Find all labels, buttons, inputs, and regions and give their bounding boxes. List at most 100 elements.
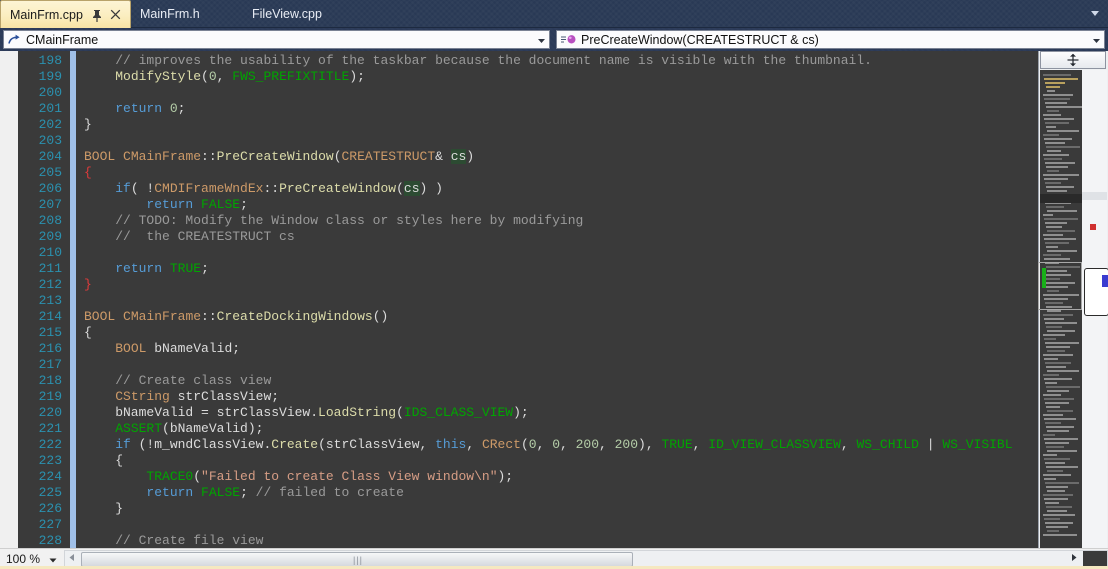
chevron-down-icon[interactable]	[1091, 36, 1102, 45]
line-number: 207	[38, 197, 62, 212]
tab-mainfrm-cpp[interactable]: MainFrm.cpp	[0, 0, 131, 28]
code-line: BOOL bNameValid;	[84, 341, 240, 357]
split-view-button[interactable]	[1040, 51, 1106, 69]
tab-mainfrm-h[interactable]: MainFrm.h	[131, 0, 227, 27]
code-line: BOOL CMainFrame::CreateDockingWindows()	[84, 309, 388, 325]
line-number: 208	[38, 213, 62, 228]
code-line: BOOL CMainFrame::PreCreateWindow(CREATES…	[84, 149, 474, 165]
line-number: 210	[38, 245, 62, 260]
line-number: 223	[38, 453, 62, 468]
minimap-line	[1046, 86, 1060, 88]
class-icon	[7, 33, 22, 47]
code-token: BOOL	[84, 309, 116, 324]
code-token: ::	[263, 181, 280, 196]
minimap-line	[1047, 330, 1075, 332]
minimap-line	[1045, 182, 1061, 184]
minimap-line	[1043, 314, 1073, 316]
code-token: ;	[240, 485, 256, 500]
close-icon[interactable]	[109, 8, 123, 22]
minimap-line	[1046, 446, 1064, 448]
code-line: if (!m_wndClassView.Create(strClassView,…	[84, 437, 1012, 453]
chevron-down-icon[interactable]	[48, 556, 58, 564]
code-text-area[interactable]: // improves the usability of the taskbar…	[76, 51, 1108, 548]
code-token: }	[84, 277, 92, 292]
code-token: CString	[115, 389, 170, 404]
code-token: );	[513, 405, 529, 420]
code-line: return FALSE; // failed to create	[84, 485, 404, 501]
code-token: BOOL	[84, 149, 116, 164]
minimap-line	[1047, 350, 1065, 352]
code-line: {	[84, 453, 123, 469]
minimap-line	[1047, 170, 1059, 172]
pin-icon[interactable]	[91, 8, 103, 22]
code-editor[interactable]: 198 199 200 201 202 203 204 205 206 207 208 209 210 2…	[0, 51, 1108, 548]
code-token: CREATESTRUCT	[341, 149, 436, 164]
line-number: 222	[38, 437, 62, 452]
code-line: }	[84, 277, 92, 293]
minimap-line	[1047, 210, 1077, 212]
code-token: TRUE	[169, 261, 202, 276]
chevron-down-icon[interactable]	[1088, 8, 1102, 20]
code-token: ( !	[130, 181, 155, 196]
line-number: 215	[38, 325, 62, 340]
selection-margin[interactable]	[0, 51, 18, 548]
code-token: 0	[208, 69, 217, 84]
minimap-line	[1047, 230, 1075, 232]
minimap-viewport-box[interactable]	[1038, 262, 1082, 310]
code-token: // TODO: Modify the Window class or styl…	[115, 213, 584, 228]
minimap-line	[1044, 98, 1070, 100]
minimap-line	[1046, 386, 1080, 388]
line-number: 205	[38, 165, 62, 180]
minimap-line	[1044, 378, 1072, 380]
code-token: // failed to create	[255, 485, 404, 500]
code-line: {	[84, 325, 92, 341]
code-line: return FALSE;	[84, 197, 247, 213]
minimap-line	[1044, 158, 1062, 160]
minimap-line	[1046, 326, 1062, 328]
minimap-line	[1044, 78, 1078, 80]
code-line: {	[84, 165, 92, 181]
code-line: }	[84, 501, 123, 517]
minimap-line	[1047, 190, 1067, 192]
member-dropdown[interactable]: PreCreateWindow(CREATESTRUCT & cs)	[556, 30, 1105, 49]
minimap-line	[1047, 250, 1077, 252]
line-number: 199	[38, 69, 62, 84]
minimap-line	[1043, 154, 1069, 156]
code-token: // Create class view	[115, 373, 272, 388]
code-line: if( !CMDIFrameWndEx::PreCreateWindow(cs)…	[84, 181, 443, 197]
code-token: Create	[271, 437, 319, 452]
horizontal-scroll-thumb[interactable]: |||	[81, 552, 633, 567]
minimap-line	[1046, 506, 1072, 508]
code-token: (!m_wndClassView.	[130, 437, 272, 452]
minimap-line	[1047, 390, 1069, 392]
line-number-gutter: 198 199 200 201 202 203 204 205 206 207 208 209 210 2…	[18, 51, 70, 548]
tab-fileview-cpp[interactable]: FileView.cpp	[243, 0, 383, 27]
code-token: (	[396, 405, 404, 420]
minimap-line	[1047, 450, 1077, 452]
minimap-line	[1045, 142, 1065, 144]
line-number: 226	[38, 501, 62, 516]
class-dropdown[interactable]: CMainFrame	[3, 30, 550, 49]
code-token: 0	[528, 437, 537, 452]
minimap-current-line	[1040, 194, 1082, 203]
minimap-line	[1043, 254, 1061, 256]
code-token: ,	[466, 437, 482, 452]
line-number: 219	[38, 389, 62, 404]
line-number: 200	[38, 85, 62, 100]
tab-label: MainFrm.h	[140, 6, 200, 21]
code-token: CRect	[481, 437, 521, 452]
code-token: LoadString	[318, 405, 397, 420]
code-token: ,	[599, 437, 615, 452]
code-token: ),	[638, 437, 662, 452]
chevron-down-icon[interactable]	[536, 36, 547, 45]
track-error-marker	[1090, 224, 1096, 230]
